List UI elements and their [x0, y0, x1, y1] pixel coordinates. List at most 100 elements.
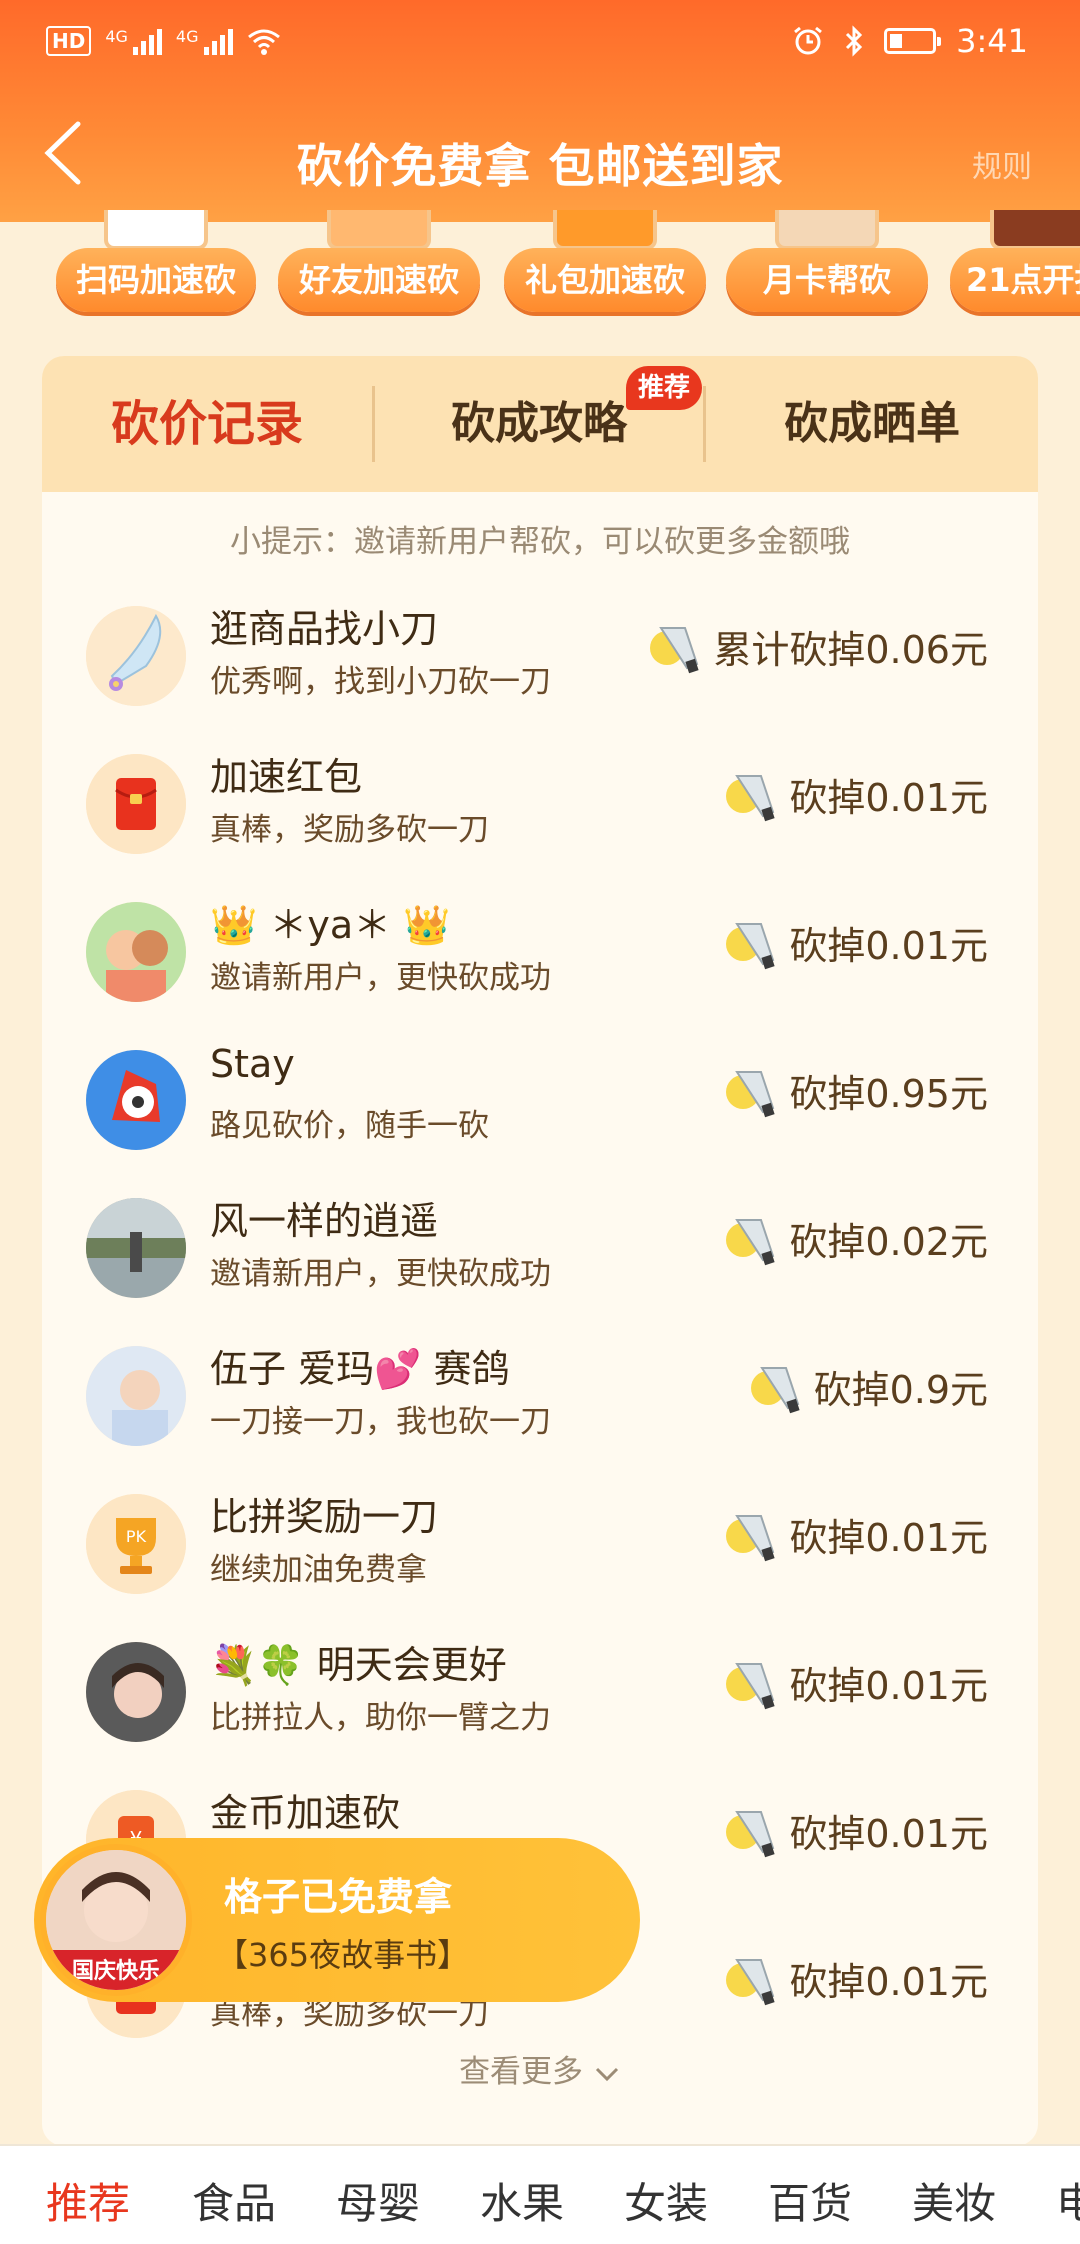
red-envelope-icon	[86, 754, 186, 854]
category-baby[interactable]: 母婴	[336, 2170, 420, 2231]
record-amount-text: 砍掉0.01元	[789, 923, 988, 968]
record-subtitle: 真棒，奖励多砍一刀	[210, 812, 489, 848]
list-item: Stay 路见砍价，随手一砍 砍掉0.95元	[42, 1040, 1038, 1188]
record-name: 金币加速砍	[210, 1791, 401, 1835]
chop-knife-icon	[726, 775, 775, 822]
list-item: PK 比拼奖励一刀 继续加油免费拿 砍掉0.01元	[42, 1484, 1038, 1632]
user-avatar	[86, 1642, 186, 1742]
category-fruit[interactable]: 水果	[480, 2170, 564, 2231]
tip-text: 小提示：邀请新用户帮砍，可以砍更多金额哦	[230, 524, 850, 560]
toast-product: 【365夜故事书】	[216, 1936, 470, 1974]
user-avatar	[86, 1198, 186, 1298]
view-more-link[interactable]: 查看更多	[42, 2046, 1038, 2091]
record-amount: 累计砍掉0.06元	[647, 618, 988, 674]
alarm-icon	[794, 26, 823, 55]
record-name: 比拼奖励一刀	[210, 1495, 439, 1539]
page-title: 砍价免费拿 包邮送到家	[296, 139, 784, 193]
chip-art	[990, 210, 1080, 250]
record-amount-text: 砍掉0.01元	[789, 775, 988, 820]
record-subtitle: 继续加油免费拿	[210, 1552, 427, 1588]
record-name: Stay	[210, 1042, 295, 1086]
record-amount-text: 累计砍掉0.06元	[713, 627, 988, 672]
signal-icon-2: 4G	[176, 27, 233, 55]
wifi-icon	[247, 29, 280, 55]
view-more-label: 查看更多	[459, 2054, 584, 2090]
category-electronics[interactable]: 电	[1056, 2170, 1080, 2231]
knife-icon	[86, 606, 186, 706]
chip-art	[327, 210, 431, 250]
record-subtitle: 路见砍价，随手一砍	[210, 1108, 489, 1144]
chip-art	[775, 210, 879, 250]
status-bar: HD 4G 4G 3:41	[0, 0, 1080, 86]
hd-badge: HD	[46, 26, 92, 56]
tab-showcase[interactable]: 砍成晒单	[706, 356, 1038, 492]
sim1-label: 4G	[105, 27, 128, 46]
chop-knife-icon	[726, 1959, 775, 2006]
user-avatar	[86, 902, 186, 1002]
category-recommend[interactable]: 推荐	[46, 2170, 130, 2231]
page: HD 4G 4G 3:41 砍价免费拿 包邮送到家 规则 扫码加速砍 好友加速砍…	[0, 0, 1080, 2244]
record-amount-text: 砍掉0.9元	[813, 1367, 988, 1412]
record-name: 加速红包	[210, 755, 363, 799]
user-avatar	[86, 1346, 186, 1446]
chop-knife-icon	[726, 1515, 775, 1562]
record-amount: 砍掉0.01元	[723, 914, 988, 970]
record-amount: 砍掉0.01元	[723, 1802, 988, 1858]
chop-knife-icon	[726, 1811, 775, 1858]
record-amount-text: 砍掉0.01元	[789, 1515, 988, 1560]
record-amount: 砍掉0.9元	[748, 1358, 988, 1414]
record-amount-text: 砍掉0.01元	[789, 1663, 988, 1708]
chop-knife-icon	[726, 923, 775, 970]
chip-label: 好友加速砍	[278, 248, 480, 312]
svg-text:PK: PK	[126, 1527, 147, 1546]
user-avatar	[86, 1050, 186, 1150]
sim2-label: 4G	[175, 27, 199, 46]
status-left: HD 4G 4G	[46, 26, 281, 56]
toast-avatar: 国庆快乐	[40, 1844, 192, 1996]
list-item: 逛商品找小刀 优秀啊，找到小刀砍一刀 累计砍掉0.06元	[42, 596, 1038, 744]
category-womens[interactable]: 女装	[624, 2170, 708, 2231]
toast-avatar-text: 国庆快乐	[72, 1958, 160, 1984]
recommend-badge: 推荐	[626, 366, 703, 410]
header: HD 4G 4G 3:41 砍价免费拿 包邮送到家 规则	[0, 0, 1080, 222]
tab-bar: 砍价记录 砍成攻略 推荐 砍成晒单	[42, 356, 1038, 492]
battery-icon	[884, 28, 942, 54]
chop-knife-icon	[650, 627, 699, 674]
record-name: 风一样的逍遥	[210, 1199, 439, 1243]
rules-link[interactable]: 规则	[972, 142, 1032, 186]
chip-art	[553, 210, 657, 250]
record-amount-text: 砍掉0.01元	[789, 1959, 988, 2004]
chip-label: 扫码加速砍	[56, 248, 256, 312]
record-name: 伍子 爱玛💕 赛鸽	[210, 1347, 510, 1391]
list-item: 👑 ＊ya＊ 👑 邀请新用户，更快砍成功 砍掉0.01元	[42, 892, 1038, 1040]
list-item: 风一样的逍遥 邀请新用户，更快砍成功 砍掉0.02元	[42, 1188, 1038, 1336]
status-right: 3:41	[792, 22, 1028, 60]
free-claim-toast[interactable]: 国庆快乐 格子已免费拿 【365夜故事书】	[34, 1838, 640, 2002]
record-amount: 砍掉0.01元	[723, 1506, 988, 1562]
tab-chop-record[interactable]: 砍价记录	[42, 356, 372, 492]
record-name: 💐🍀 明天会更好	[210, 1643, 507, 1687]
chip-art	[104, 210, 208, 250]
record-amount: 砍掉0.01元	[723, 1654, 988, 1710]
chop-knife-icon	[726, 1663, 775, 1710]
record-amount-text: 砍掉0.02元	[789, 1219, 988, 1264]
bluetooth-icon	[846, 25, 863, 57]
toast-title: 格子已免费拿	[224, 1875, 453, 1919]
category-general[interactable]: 百货	[768, 2170, 852, 2231]
chevron-down-icon	[595, 2067, 618, 2081]
clock: 3:41	[956, 22, 1028, 60]
list-item: 加速红包 真棒，奖励多砍一刀 砍掉0.01元	[42, 744, 1038, 892]
record-subtitle: 比拼拉人，助你一臂之力	[210, 1700, 551, 1736]
record-amount-text: 砍掉0.95元	[789, 1071, 988, 1116]
record-amount: 砍掉0.02元	[723, 1210, 988, 1266]
record-amount: 砍掉0.01元	[723, 766, 988, 822]
category-beauty[interactable]: 美妆	[912, 2170, 996, 2231]
record-subtitle: 一刀接一刀，我也砍一刀	[210, 1404, 551, 1440]
category-food[interactable]: 食品	[192, 2170, 276, 2231]
list-item: 💐🍀 明天会更好 比拼拉人，助你一臂之力 砍掉0.01元	[42, 1632, 1038, 1780]
record-amount-text: 砍掉0.01元	[789, 1811, 988, 1856]
chop-knife-icon	[750, 1367, 800, 1414]
record-subtitle: 邀请新用户，更快砍成功	[210, 960, 551, 996]
record-name: 👑 ＊ya＊ 👑	[210, 903, 451, 947]
list-item: 伍子 爱玛💕 赛鸽 一刀接一刀，我也砍一刀 砍掉0.9元	[42, 1336, 1038, 1484]
